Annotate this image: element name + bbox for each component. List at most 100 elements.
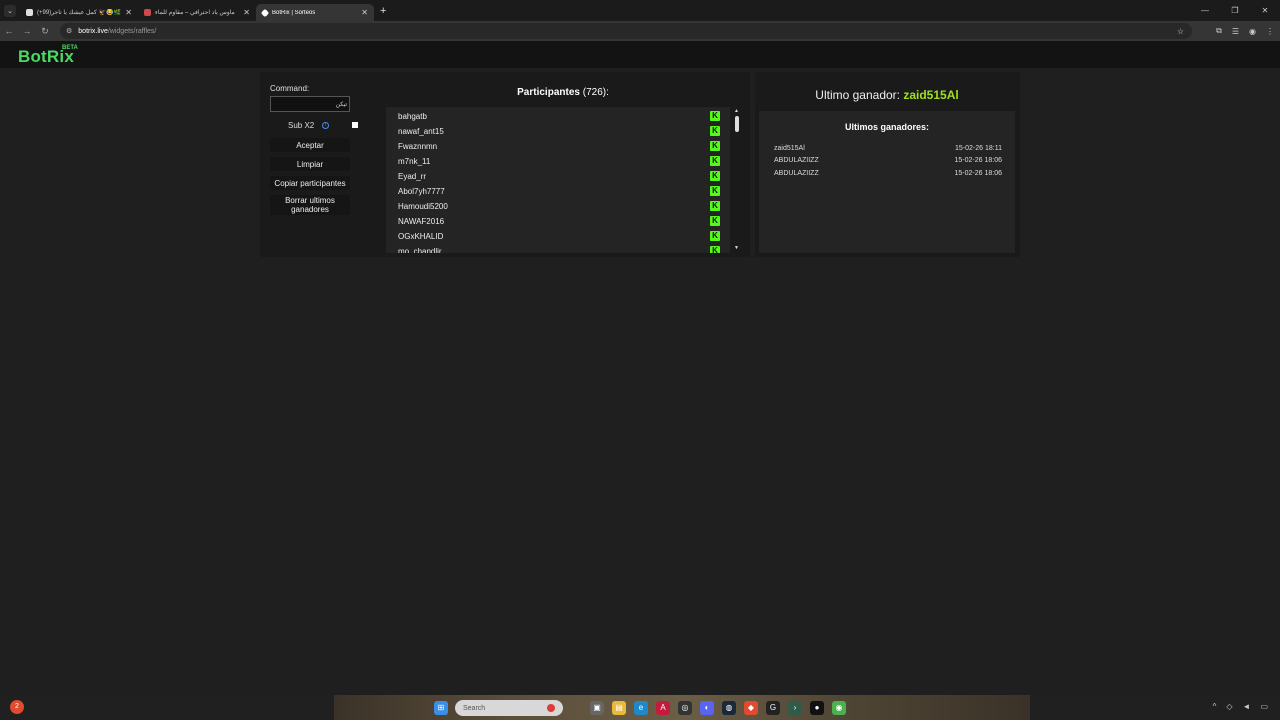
kick-icon: K: [710, 246, 720, 253]
list-item: mo_chandlir K: [386, 243, 730, 253]
store-favicon-icon: [144, 9, 151, 16]
tab-product[interactable]: ماوس ياد احترافي – مقاوم للماء ✕: [138, 4, 256, 21]
table-row: ABDULAZIIZZ 15-02-26 18:06: [774, 170, 1002, 182]
minimize-icon[interactable]: —: [1190, 6, 1220, 15]
winner-name: ABDULAZIIZZ: [774, 170, 819, 177]
tab-label: (+99)كمل عيشك يا تاجر 🦅😂🌿: [37, 10, 121, 16]
profile-avatar-icon[interactable]: ◉: [1249, 27, 1256, 36]
list-item: bahgatb K: [386, 108, 730, 123]
media-controls-icon[interactable]: ☰: [1232, 27, 1239, 36]
kick-icon: K: [710, 126, 720, 136]
tab-close-icon[interactable]: ✕: [125, 8, 132, 17]
command-input[interactable]: [270, 96, 350, 112]
tab-label: BotRix | Sorteos: [272, 9, 316, 16]
participants-scrollbar[interactable]: ▲ ▼: [733, 107, 741, 253]
app-a-icon[interactable]: A: [656, 701, 670, 715]
list-item: NAWAF2016 K: [386, 213, 730, 228]
forward-icon[interactable]: →: [18, 26, 36, 36]
participant-name: m7nk_11: [398, 157, 431, 166]
list-item: OGxKHALID K: [386, 228, 730, 243]
participant-name: NAWAF2016: [398, 217, 445, 226]
url-path: /widgets/raffles/: [107, 27, 157, 35]
participant-name: Abol7yh7777: [398, 187, 445, 196]
bookmark-star-icon[interactable]: ☆: [1177, 27, 1184, 36]
obs-icon[interactable]: ●: [810, 701, 824, 715]
winner-date: 15-02-26 18:06: [954, 157, 1002, 164]
accept-button[interactable]: Aceptar: [270, 138, 350, 152]
winner-name: zaid515Al: [774, 145, 805, 152]
extensions-icon[interactable]: ⧉: [1216, 26, 1222, 36]
kick-icon: K: [710, 141, 720, 151]
discord-icon[interactable]: ◐: [700, 701, 714, 715]
tab-tiktok[interactable]: (+99)كمل عيشك يا تاجر 🦅😂🌿 ✕: [20, 4, 138, 21]
start-icon[interactable]: ⊞: [434, 701, 448, 715]
participant-name: Eyad_rr: [398, 172, 427, 181]
search-placeholder: Search: [463, 704, 486, 712]
browser-toolbar: ← → ↻ ⚙ botrix.live/widgets/raffles/ ☆ ⧉…: [0, 21, 1280, 41]
table-row: zaid515Al 15-02-26 18:11: [774, 145, 1002, 157]
clear-button[interactable]: Limpiar: [270, 157, 350, 171]
new-tab-icon[interactable]: +: [380, 5, 386, 17]
scroll-down-icon[interactable]: ▼: [734, 245, 739, 251]
taskbar-search[interactable]: Search: [455, 700, 563, 716]
file-explorer-icon[interactable]: ▤: [612, 701, 626, 715]
participant-name: mo_chandlir: [398, 247, 442, 253]
kick-icon: K: [710, 231, 720, 241]
restore-icon[interactable]: ❐: [1220, 6, 1250, 15]
list-item: Fwaznnmn K: [386, 138, 730, 153]
list-item: Hamoudi5200 K: [386, 198, 730, 213]
sub-x2-checkbox[interactable]: [352, 122, 358, 128]
task-view-icon[interactable]: ▣: [590, 701, 604, 715]
tab-botrix[interactable]: BotRix | Sorteos ✕: [256, 4, 374, 21]
info-icon[interactable]: i: [322, 122, 329, 129]
list-item: m7nk_11 K: [386, 153, 730, 168]
last-winner-label: Ultimo ganador:: [815, 88, 900, 102]
site-info-icon[interactable]: ⚙: [66, 27, 72, 35]
toolbar-actions: ⧉ ☰ ◉ ⋮: [1216, 21, 1274, 41]
volume-icon[interactable]: ◄: [1243, 702, 1251, 711]
window-controls: — ❐ ✕: [1190, 0, 1280, 21]
participant-name: OGxKHALID: [398, 232, 444, 241]
browser-menu-icon[interactable]: ⋮: [1266, 27, 1274, 36]
scroll-thumb[interactable]: [735, 116, 739, 132]
close-window-icon[interactable]: ✕: [1250, 6, 1280, 15]
kick-icon: K: [710, 201, 720, 211]
terminal-icon[interactable]: ›: [788, 701, 802, 715]
copy-participants-button[interactable]: Copiar participantes: [270, 176, 350, 190]
kick-icon: K: [710, 186, 720, 196]
app-g-icon[interactable]: G: [766, 701, 780, 715]
kick-icon: K: [710, 216, 720, 226]
tab-close-icon[interactable]: ✕: [243, 8, 250, 17]
scroll-up-icon[interactable]: ▲: [734, 108, 739, 114]
edge-icon[interactable]: e: [634, 701, 648, 715]
network-icon[interactable]: ◇: [1226, 702, 1232, 711]
steam-icon[interactable]: ◍: [722, 701, 736, 715]
app-icon[interactable]: ◎: [678, 701, 692, 715]
back-icon[interactable]: ←: [0, 26, 18, 36]
app-header: [0, 41, 1280, 68]
address-bar[interactable]: ⚙ botrix.live/widgets/raffles/ ☆: [60, 23, 1192, 39]
game-icon[interactable]: ◆: [744, 701, 758, 715]
tray-arrow-icon[interactable]: ^: [1213, 702, 1217, 711]
winner-name: ABDULAZIIZZ: [774, 157, 819, 164]
search-highlight-icon: [547, 704, 555, 712]
url-host: botrix.live: [78, 27, 108, 35]
tab-strip: ⌄ (+99)كمل عيشك يا تاجر 🦅😂🌿 ✕ ماوس ياد ا…: [0, 0, 1280, 21]
reload-icon[interactable]: ↻: [36, 26, 54, 37]
participants-list[interactable]: bahgatb K nawaf_ant15 K Fwaznnmn K m7nk_11 K…: [386, 107, 730, 253]
chrome-icon[interactable]: ◉: [832, 701, 846, 715]
winner-date: 15-02-26 18:11: [955, 145, 1002, 152]
delete-last-winners-button[interactable]: Borrar ultimos ganadores: [270, 195, 350, 215]
list-item: nawaf_ant15 K: [386, 123, 730, 138]
participants-title: Participantes (726):: [386, 87, 740, 98]
notification-badge[interactable]: 2: [10, 700, 24, 714]
tiktok-favicon-icon: [26, 9, 33, 16]
notifications-icon[interactable]: ▭: [1260, 702, 1268, 711]
command-label: Command:: [270, 84, 310, 93]
last-winner-heading: Ultimo ganador: zaid515Al: [758, 88, 1016, 102]
tab-label: ماوس ياد احترافي – مقاوم للماء: [155, 10, 235, 16]
tab-close-icon[interactable]: ✕: [361, 8, 368, 17]
participant-name: Hamoudi5200: [398, 202, 448, 211]
tab-search-icon[interactable]: ⌄: [4, 4, 16, 17]
sub-x2-label: Sub X2: [288, 121, 315, 130]
